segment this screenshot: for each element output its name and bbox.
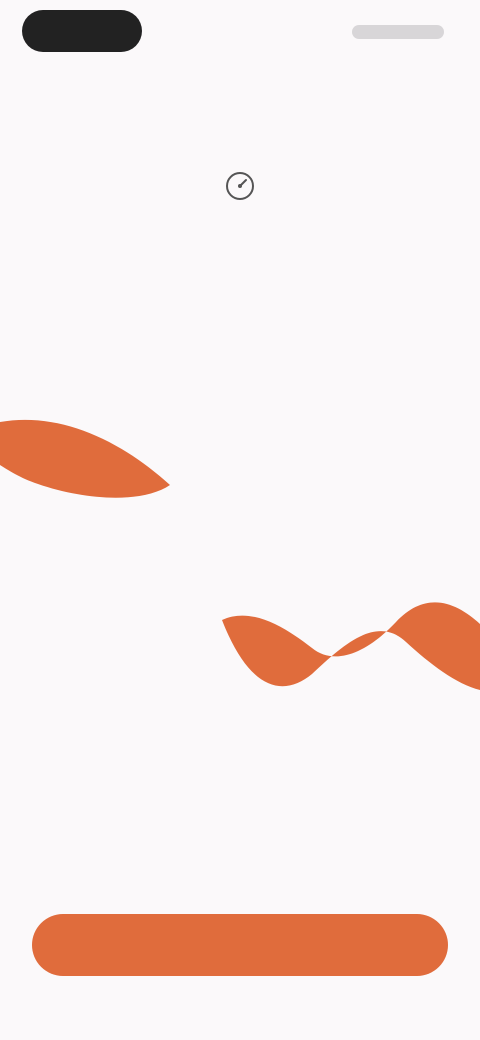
gauge-icon [226, 172, 254, 200]
status-pill [22, 10, 142, 52]
status-right [352, 25, 444, 39]
screen [0, 0, 480, 1040]
wave-visual [0, 419, 480, 690]
continue-button[interactable] [32, 914, 448, 976]
wave-left [0, 419, 170, 498]
wave-right [222, 602, 480, 690]
